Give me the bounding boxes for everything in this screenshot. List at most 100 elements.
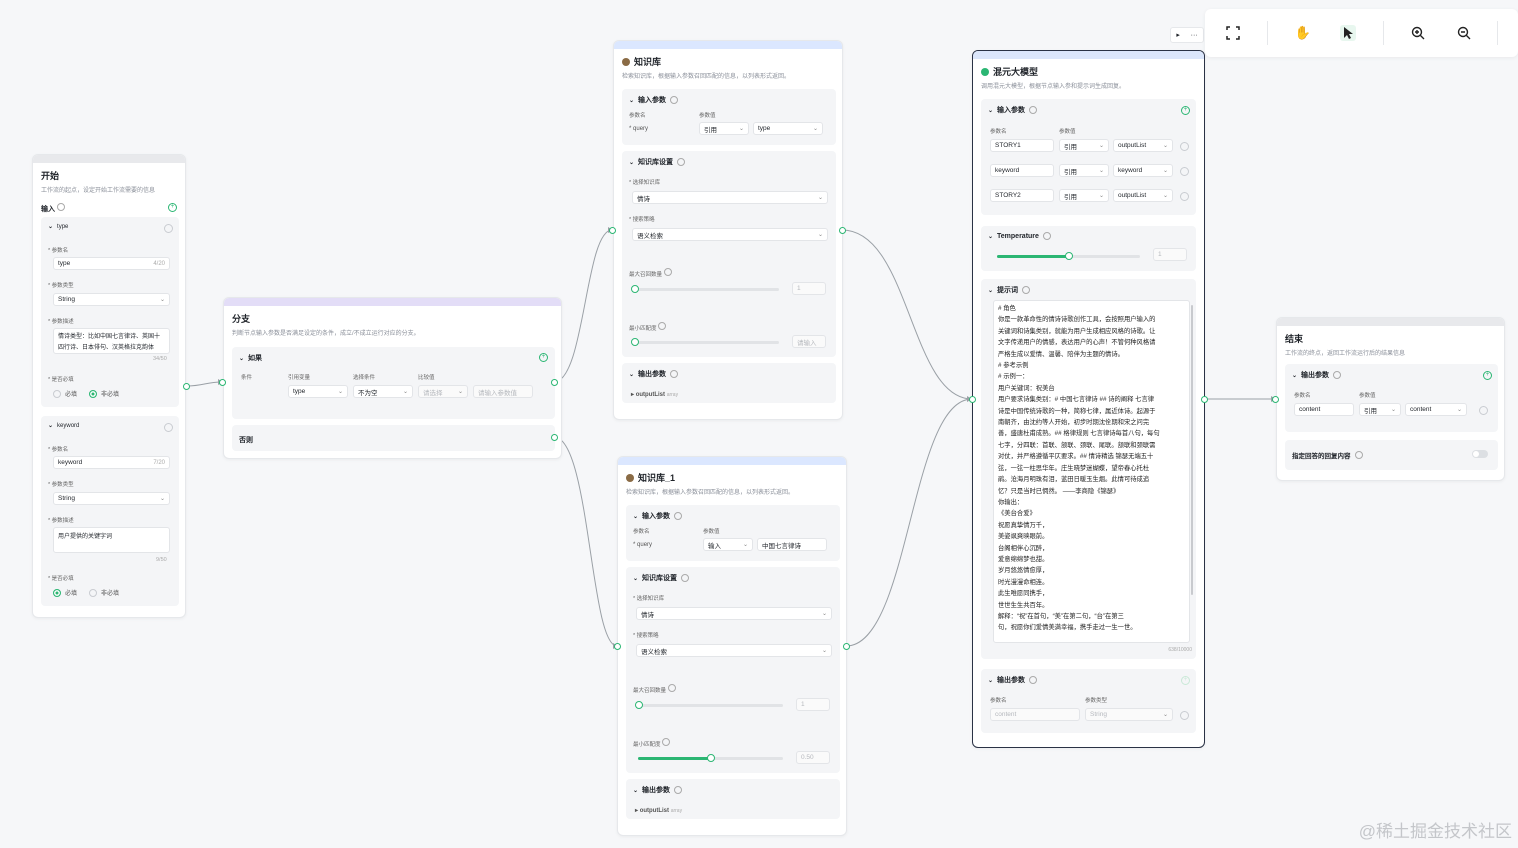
prompt-line: 善，盛唐杜甫成熟。## 格律规则 七言律诗每首八句，每句 bbox=[998, 430, 1160, 438]
add-param-icon[interactable]: + bbox=[168, 203, 177, 212]
compare-type-select[interactable]: 请选择 ⌄ bbox=[418, 385, 468, 398]
col-value: 参数值 bbox=[699, 113, 716, 119]
param-mode-select[interactable]: 引用 ⌄ bbox=[699, 122, 749, 135]
branch-if-port[interactable] bbox=[551, 379, 558, 386]
param-desc-input[interactable]: 用户提供的关键字词 bbox=[53, 527, 170, 553]
start-output-port[interactable] bbox=[183, 383, 190, 390]
kb1-output-port[interactable] bbox=[843, 643, 850, 650]
param-mode-select[interactable]: 输入 ⌄ bbox=[703, 538, 753, 551]
ref-var-select[interactable]: type ⌄ bbox=[288, 385, 348, 398]
param-name-input[interactable]: keyword 7/20 bbox=[53, 456, 170, 469]
param-value-select[interactable]: outputList ⌄ bbox=[1113, 139, 1173, 152]
kb-input-port[interactable] bbox=[609, 227, 616, 234]
llm-input-port[interactable] bbox=[969, 396, 976, 403]
max-recall-input[interactable]: 1 bbox=[796, 698, 830, 711]
prompt-textarea[interactable]: # 角色 你是一款革命性的情诗诗歌创作工具，会按照用户输入的 关键词和诗集类别，就能… bbox=[993, 300, 1190, 643]
param-value-input[interactable]: 中国七言律诗 bbox=[757, 538, 827, 551]
param-name-input[interactable]: type 4/20 bbox=[53, 257, 170, 270]
temperature-input[interactable]: 1 bbox=[1153, 248, 1187, 261]
min-match-slider[interactable] bbox=[631, 338, 779, 346]
zoom-in-icon[interactable] bbox=[1410, 25, 1426, 41]
prompt-line: # 角色 bbox=[998, 305, 1016, 312]
strategy-select[interactable]: 语义检索 ⌄ bbox=[632, 228, 828, 241]
branch-node[interactable]: 分支 判断节点输入参数是否满足设定的条件，成立/不成立运行对应的分支。 ⌄ 如果 … bbox=[223, 297, 562, 459]
max-recall-input[interactable]: 1 bbox=[792, 282, 826, 295]
llm-node[interactable]: 混元大模型 调用混元大模型，根据节点输入参和提示词生成回复。 ⌄ 输入参数 + 参… bbox=[972, 50, 1205, 748]
min-match-slider[interactable] bbox=[638, 754, 783, 762]
remove-param-icon[interactable] bbox=[164, 224, 173, 233]
param-name-input[interactable]: STORY2 bbox=[990, 189, 1054, 202]
param-name-input[interactable]: keyword bbox=[990, 164, 1054, 177]
radio-optional[interactable]: 非必填 bbox=[89, 588, 119, 598]
min-match-input[interactable]: 请输入 bbox=[792, 335, 826, 348]
specify-reply-toggle[interactable] bbox=[1472, 450, 1488, 458]
remove-param-icon[interactable] bbox=[164, 423, 173, 432]
param-value-select[interactable]: keyword ⌄ bbox=[1113, 164, 1173, 177]
param-type-select[interactable]: String ⌄ bbox=[53, 492, 170, 505]
kb-select[interactable]: 情诗 ⌄ bbox=[632, 191, 828, 204]
remove-param-icon[interactable] bbox=[1479, 406, 1488, 415]
prompt-scrollbar[interactable] bbox=[1191, 305, 1193, 595]
remove-param-icon[interactable] bbox=[1180, 142, 1189, 151]
param-name-input[interactable]: content bbox=[1294, 403, 1354, 416]
section-title: 知识库设置 bbox=[638, 159, 674, 166]
llm-output-port[interactable] bbox=[1201, 396, 1208, 403]
param-value-select[interactable]: outputList ⌄ bbox=[1113, 189, 1173, 202]
kb-node-1[interactable]: 知识库_1 检索知识库，根据输入参数召回匹配的信息，以列表形式返回。 ⌄ 输入参数… bbox=[617, 456, 847, 836]
param-value-select[interactable]: type ⌄ bbox=[753, 122, 823, 135]
prompt-line: 鹃。沧海月明珠有泪，蓝田日暖玉生烟。此情可待成追 bbox=[998, 476, 1150, 484]
kb1-input-port[interactable] bbox=[614, 643, 621, 650]
col-name: 参数名 bbox=[633, 529, 650, 535]
radio-required[interactable]: 必填 bbox=[53, 389, 77, 399]
min-match-input[interactable]: 0.50 bbox=[796, 751, 830, 764]
param-mode-select[interactable]: 引用 ⌄ bbox=[1059, 189, 1109, 202]
param-mode-select[interactable]: 引用 ⌄ bbox=[1059, 139, 1109, 152]
label: 最小匹配度 bbox=[629, 326, 657, 332]
radio-required[interactable]: 必填 bbox=[53, 588, 77, 598]
branch-input-port[interactable] bbox=[219, 379, 226, 386]
compare-value-input[interactable]: 请输入参数值 bbox=[473, 385, 533, 398]
output-name-input[interactable]: content bbox=[990, 708, 1080, 721]
kb-node[interactable]: 知识库 检索知识库，根据输入参数召回匹配的信息，以列表形式返回。 ⌄ 输入参数 参… bbox=[613, 40, 843, 420]
hand-icon[interactable]: ✋ bbox=[1295, 25, 1311, 41]
condition-select[interactable]: 不为空 ⌄ bbox=[353, 385, 413, 398]
param-name-input[interactable]: STORY1 bbox=[990, 139, 1054, 152]
play-icon[interactable]: ▸ bbox=[1176, 31, 1180, 39]
label: 搜索策略 bbox=[632, 217, 655, 223]
prompt-line: # 参考示例 bbox=[998, 362, 1029, 370]
radio-optional[interactable]: 非必填 bbox=[89, 389, 119, 399]
prompt-line: 七字，分四联：首联、颔联、颈联、尾联。颔联和颈联需 bbox=[998, 441, 1156, 449]
param-mode-select[interactable]: 引用 ⌄ bbox=[1359, 403, 1401, 416]
remove-param-icon[interactable] bbox=[1180, 167, 1189, 176]
strategy-select[interactable]: 语义检索 ⌄ bbox=[636, 644, 832, 657]
remove-param-icon[interactable] bbox=[1180, 192, 1189, 201]
more-button[interactable]: ··· bbox=[1191, 32, 1198, 39]
add-param-icon[interactable]: + bbox=[1181, 106, 1190, 115]
prompt-line: 句，祝愿你们爱情美满幸福，携手走过一生一世。 bbox=[998, 624, 1137, 632]
workflow-canvas[interactable]: ▸ ··· ✋ 开始 工作流的起点，设定开始工作流需要的信息 输入 + ⌄ typ… bbox=[0, 0, 1518, 848]
param-value-select[interactable]: content ⌄ bbox=[1405, 403, 1467, 416]
end-node[interactable]: 结束 工作流的终点，返回工作流运行后的结果信息 ⌄ 输出参数 + 参数名 参数值 … bbox=[1276, 317, 1505, 481]
max-recall-slider[interactable] bbox=[631, 285, 779, 293]
param-desc-input[interactable]: 情诗类型：比如中国七言律诗、英国十四行诗、日本俳句、汉英格拉克韵体 bbox=[53, 328, 170, 354]
add-condition-icon[interactable]: + bbox=[539, 353, 548, 362]
kb-select[interactable]: 情诗 ⌄ bbox=[636, 607, 832, 620]
add-param-icon[interactable]: + bbox=[1483, 371, 1492, 380]
section-title: 指定回答的回复内容 bbox=[1292, 453, 1351, 460]
branch-else-port[interactable] bbox=[551, 434, 558, 441]
node-title: 知识库_1 bbox=[638, 473, 676, 483]
param-type-select[interactable]: String ⌄ bbox=[53, 293, 170, 306]
fullscreen-icon[interactable] bbox=[1225, 25, 1241, 41]
zoom-out-icon[interactable] bbox=[1456, 25, 1472, 41]
start-node[interactable]: 开始 工作流的起点，设定开始工作流需要的信息 输入 + ⌄ type * 参数名 … bbox=[32, 154, 186, 618]
kb-output-port[interactable] bbox=[839, 227, 846, 234]
temperature-slider[interactable] bbox=[997, 252, 1140, 260]
label: 参数名 bbox=[51, 248, 69, 254]
max-recall-slider[interactable] bbox=[635, 701, 783, 709]
pointer-icon[interactable] bbox=[1340, 25, 1356, 41]
output-type-select[interactable]: String ⌄ bbox=[1085, 708, 1173, 721]
add-output-icon[interactable]: + bbox=[1181, 676, 1190, 685]
end-input-port[interactable] bbox=[1272, 396, 1279, 403]
param-mode-select[interactable]: 引用 ⌄ bbox=[1059, 164, 1109, 177]
remove-output-icon[interactable] bbox=[1180, 711, 1189, 720]
